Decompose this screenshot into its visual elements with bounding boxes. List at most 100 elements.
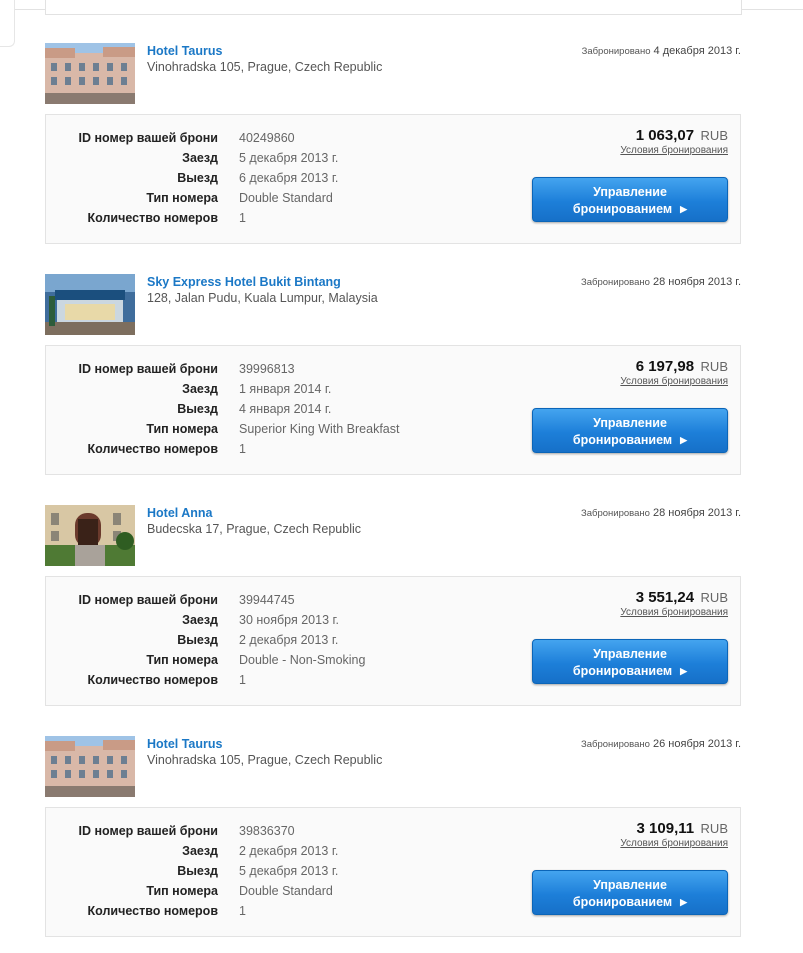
price: 6 197,98 RUB [636,358,728,376]
booking-terms-link[interactable]: Условия бронирования [620,376,728,387]
hotel-address: Vinohradska 105, Prague, Czech Republic [147,60,383,74]
room-count-value: 1 [239,904,246,918]
hotel-photo-icon[interactable] [45,43,135,104]
manage-label-line2: бронированием [572,433,673,447]
hotel-photo-icon[interactable] [45,505,135,566]
manage-booking-button[interactable]: Управление бронированием ▶ [532,408,728,453]
manage-label-line2: бронированием [572,664,673,678]
hotel-header: Hotel Taurus Vinohradska 105, Prague, Cz… [45,43,741,105]
booked-date: Забронировано 4 декабря 2013 г. [582,45,741,57]
booking-id-label: ID номер вашей брони [78,824,218,838]
checkout-value: 4 января 2014 г. [239,402,332,416]
booking-id-label: ID номер вашей брони [78,131,218,145]
hotel-photo-icon[interactable] [45,736,135,797]
hotel-header: Hotel Taurus Vinohradska 105, Prague, Cz… [45,736,741,798]
booked-date-value: 4 декабря 2013 г. [653,45,741,57]
previous-booking-edge [0,0,803,47]
checkout-label: Выезд [177,633,218,647]
price-currency: RUB [700,128,728,143]
room-count-value: 1 [239,211,246,225]
manage-label-line1: Управление [593,416,667,430]
checkin-value: 1 января 2014 г. [239,382,332,396]
room-type-value: Double Standard [239,191,333,205]
booked-date-value: 28 ноября 2013 г. [653,507,741,519]
price-currency: RUB [700,821,728,836]
checkout-value: 6 декабря 2013 г. [239,171,339,185]
booked-date-value: 26 ноября 2013 г. [653,738,741,750]
room-count-label: Количество номеров [87,904,219,918]
hotel-name-link[interactable]: Hotel Taurus [147,44,222,58]
booking-details: ID номер вашей брони 39836370 Заезд 2 дека… [45,807,741,937]
booking-terms-link[interactable]: Условия бронирования [620,607,728,618]
room-type-value: Superior King With Breakfast [239,422,400,436]
hotel-name-link[interactable]: Hotel Anna [147,506,213,520]
booking-card: Hotel Taurus Vinohradska 105, Prague, Cz… [45,736,741,937]
hotel-header: Hotel Anna Budecska 17, Prague, Czech Re… [45,505,741,567]
room-count-value: 1 [239,673,246,687]
booking-details: ID номер вашей брони 40249860 Заезд 5 дека… [45,114,741,244]
checkout-value: 5 декабря 2013 г. [239,864,339,878]
booking-id-label: ID номер вашей брони [78,362,218,376]
price-amount: 3 109,11 [636,820,695,837]
price-amount: 1 063,07 [635,127,695,144]
arrow-right-icon: ▶ [680,204,688,214]
booked-date-value: 28 ноября 2013 г. [653,276,741,288]
room-type-label: Тип номера [146,422,218,436]
booking-id-value: 40249860 [239,131,295,145]
booked-date: Забронировано 28 ноября 2013 г. [581,276,741,288]
checkout-label: Выезд [177,171,218,185]
hotel-header: Sky Express Hotel Bukit Bintang 128, Jal… [45,274,741,336]
manage-label-line2: бронированием [572,202,673,216]
booked-label: Забронировано [581,46,651,57]
booked-label: Забронировано [581,277,650,288]
booked-label: Забронировано [581,508,650,519]
side-panel-edge [0,0,15,47]
booking-details: ID номер вашей брони 39996813 Заезд 1 янва… [45,345,741,475]
arrow-right-icon: ▶ [680,435,688,445]
room-type-label: Тип номера [146,191,218,205]
room-count-value: 1 [239,442,246,456]
hotel-address: Budecska 17, Prague, Czech Republic [147,522,362,536]
hotel-photo-icon[interactable] [45,274,135,335]
booked-date: Забронировано 28 ноября 2013 г. [581,507,741,519]
room-type-value: Double - Non-Smoking [239,653,366,667]
room-count-label: Количество номеров [87,673,219,687]
booking-card: Hotel Taurus Vinohradska 105, Prague, Cz… [45,43,741,244]
checkout-label: Выезд [177,402,218,416]
manage-label-line1: Управление [593,878,667,892]
booking-id-value: 39836370 [239,824,295,838]
room-type-value: Double Standard [239,884,333,898]
price-amount: 6 197,98 [635,358,695,375]
manage-label-line1: Управление [593,647,667,661]
booking-id-value: 39944745 [239,593,295,607]
manage-booking-button[interactable]: Управление бронированием ▶ [532,177,728,222]
price-currency: RUB [700,359,728,374]
booking-terms-link[interactable]: Условия бронирования [620,838,728,849]
hotel-name-link[interactable]: Hotel Taurus [147,737,222,751]
checkin-value: 2 декабря 2013 г. [239,844,339,858]
checkout-value: 2 декабря 2013 г. [239,633,339,647]
checkin-label: Заезд [182,382,218,396]
booked-label: Забронировано [581,739,650,750]
room-type-label: Тип номера [146,884,218,898]
booking-terms-link[interactable]: Условия бронирования [620,145,728,156]
price: 3 109,11 RUB [637,820,728,838]
manage-booking-button[interactable]: Управление бронированием ▶ [532,870,728,915]
hotel-name-link[interactable]: Sky Express Hotel Bukit Bintang [147,275,341,289]
room-count-label: Количество номеров [87,211,219,225]
arrow-right-icon: ▶ [680,897,688,907]
hotel-address: 128, Jalan Pudu, Kuala Lumpur, Malaysia [147,291,378,305]
room-count-label: Количество номеров [87,442,219,456]
hotel-address: Vinohradska 105, Prague, Czech Republic [147,753,383,767]
manage-label-line1: Управление [593,185,667,199]
checkin-value: 5 декабря 2013 г. [239,151,339,165]
manage-booking-button[interactable]: Управление бронированием ▶ [532,639,728,684]
booking-id-label: ID номер вашей брони [78,593,218,607]
booking-card: Hotel Anna Budecska 17, Prague, Czech Re… [45,505,741,706]
checkin-label: Заезд [182,844,218,858]
booking-card: Sky Express Hotel Bukit Bintang 128, Jal… [45,274,741,475]
previous-card-bottom [45,0,742,15]
checkout-label: Выезд [177,864,218,878]
manage-label-line2: бронированием [572,895,673,909]
checkin-label: Заезд [182,151,218,165]
